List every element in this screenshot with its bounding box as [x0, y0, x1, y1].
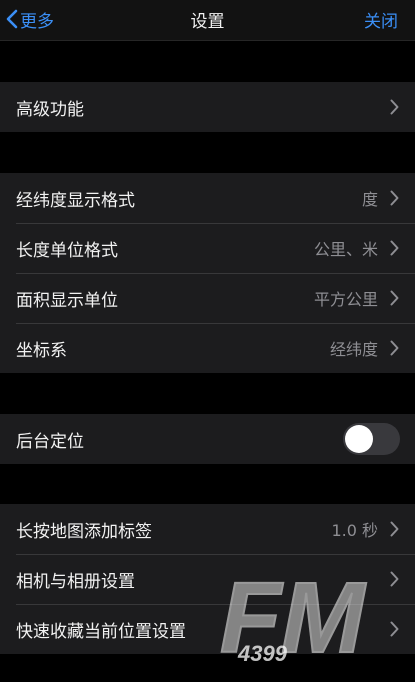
chevron-right-icon: [390, 340, 399, 356]
background-location-toggle[interactable]: [343, 423, 400, 455]
background-location-group: 后台定位: [0, 414, 415, 464]
chevron-right-icon: [390, 521, 399, 537]
close-button[interactable]: 关闭: [364, 7, 398, 32]
row-coordinate-system[interactable]: 坐标系 经纬度: [0, 323, 415, 373]
row-label: 长按地图添加标签: [16, 521, 152, 542]
fm4399-watermark-logo: FM 4399: [218, 560, 398, 670]
row-long-press-label[interactable]: 长按地图添加标签 1.0 秒: [0, 504, 415, 554]
row-latlng-format[interactable]: 经纬度显示格式 度: [0, 173, 415, 223]
chevron-right-icon: [390, 99, 399, 115]
row-length-unit[interactable]: 长度单位格式 公里、米: [0, 223, 415, 273]
row-label: 经纬度显示格式: [16, 190, 135, 211]
row-label: 面积显示单位: [16, 290, 118, 311]
row-value: 1.0 秒: [331, 521, 378, 540]
row-value: 公里、米: [313, 240, 378, 259]
row-area-unit[interactable]: 面积显示单位 平方公里: [0, 273, 415, 323]
page-title: 设置: [190, 12, 225, 32]
row-label: 高级功能: [16, 99, 84, 120]
chevron-right-icon: [390, 240, 399, 256]
row-label: 快速收藏当前位置设置: [16, 621, 186, 642]
row-label: 长度单位格式: [16, 240, 118, 261]
row-label: 坐标系: [16, 340, 67, 361]
advanced-group: 高级功能: [0, 82, 415, 132]
row-value: 度: [361, 190, 378, 209]
svg-text:4399: 4399: [237, 641, 288, 666]
chevron-right-icon: [390, 190, 399, 206]
chevron-right-icon: [390, 290, 399, 306]
row-value: 平方公里: [313, 290, 378, 309]
navigation-bar: 更多 设置 关闭: [0, 0, 415, 41]
row-advanced-features[interactable]: 高级功能: [0, 82, 415, 132]
row-value: 经纬度: [329, 340, 378, 359]
row-background-location: 后台定位: [0, 414, 415, 464]
row-label: 相机与相册设置: [16, 571, 135, 592]
format-group: 经纬度显示格式 度 长度单位格式 公里、米 面积显示单位 平方公里 坐标系 经纬…: [0, 173, 415, 373]
toggle-knob: [345, 425, 373, 453]
row-label: 后台定位: [16, 431, 84, 452]
